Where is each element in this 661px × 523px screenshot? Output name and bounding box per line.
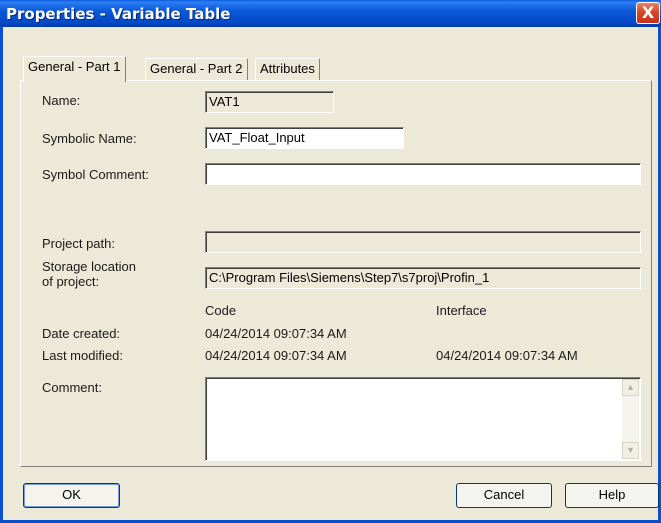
last-modified-label: Last modified: bbox=[42, 348, 123, 363]
help-button-label: Help bbox=[598, 487, 626, 502]
project-path-field bbox=[205, 231, 641, 253]
scroll-down-icon[interactable]: ▼ bbox=[622, 442, 639, 459]
close-icon: X bbox=[641, 3, 655, 22]
close-button[interactable]: X bbox=[636, 2, 660, 24]
window-title: Properties - Variable Table bbox=[6, 5, 231, 23]
code-column-header: Code bbox=[205, 303, 237, 318]
symbolic-name-input[interactable]: VAT_Float_Input bbox=[205, 127, 404, 149]
comment-textarea[interactable]: ▲ ▼ bbox=[205, 377, 641, 461]
ok-button-label: OK bbox=[62, 487, 81, 502]
tab-label: General - Part 1 bbox=[28, 59, 121, 74]
symbol-comment-label: Symbol Comment: bbox=[42, 167, 149, 182]
tab-label: Attributes bbox=[260, 61, 315, 76]
storage-location-field: C:\Program Files\Siemens\Step7\s7proj\Pr… bbox=[205, 267, 641, 289]
storage-location-label-line1: Storage location bbox=[42, 259, 136, 274]
help-button[interactable]: Help bbox=[565, 483, 659, 508]
comment-label: Comment: bbox=[42, 380, 102, 395]
interface-column-header: Interface bbox=[436, 303, 487, 318]
name-label: Name: bbox=[42, 93, 81, 108]
name-field: VAT1 bbox=[205, 91, 334, 113]
storage-location-label-line2: of project: bbox=[42, 274, 100, 289]
last-modified-interface-value: 04/24/2014 09:07:34 AM bbox=[436, 348, 578, 363]
symbol-comment-input[interactable] bbox=[205, 163, 641, 185]
tab-general-part-2[interactable]: General - Part 2 bbox=[145, 58, 248, 80]
title-bar[interactable]: Properties - Variable Table X bbox=[0, 0, 661, 27]
project-path-label: Project path: bbox=[42, 236, 115, 251]
cancel-button[interactable]: Cancel bbox=[456, 483, 552, 508]
last-modified-code-value: 04/24/2014 09:07:34 AM bbox=[205, 348, 347, 363]
date-created-label: Date created: bbox=[42, 326, 121, 341]
symbolic-name-label: Symbolic Name: bbox=[42, 131, 137, 146]
scroll-up-icon[interactable]: ▲ bbox=[622, 379, 639, 396]
cancel-button-label: Cancel bbox=[483, 487, 525, 502]
tab-attributes[interactable]: Attributes bbox=[255, 58, 320, 80]
date-created-code-value: 04/24/2014 09:07:34 AM bbox=[205, 326, 347, 341]
tab-general-part-1[interactable]: General - Part 1 bbox=[23, 56, 126, 82]
comment-scrollbar[interactable]: ▲ ▼ bbox=[622, 379, 639, 459]
tab-label: General - Part 2 bbox=[150, 61, 243, 76]
ok-button[interactable]: OK bbox=[23, 483, 120, 508]
